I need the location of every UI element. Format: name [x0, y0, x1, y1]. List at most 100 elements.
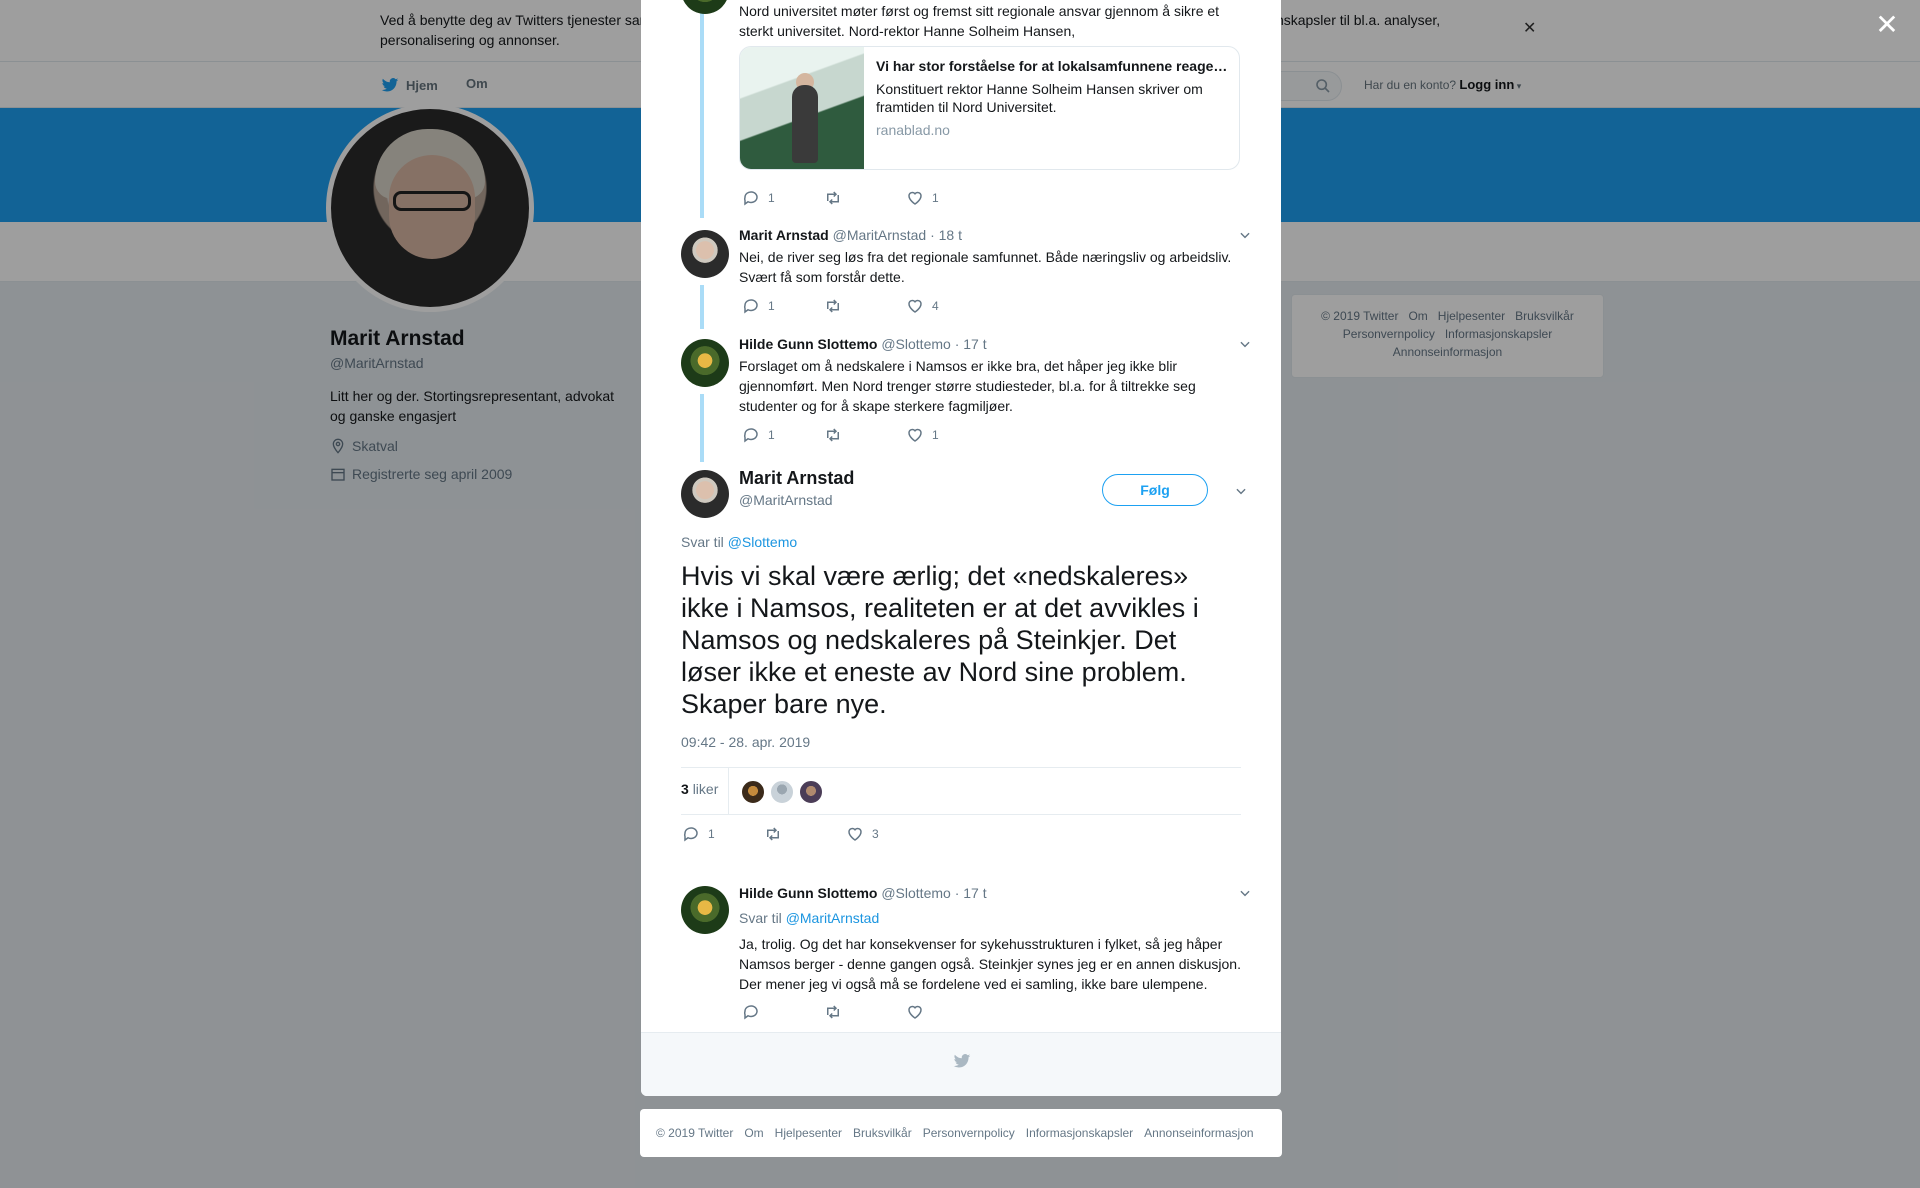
timestamp[interactable]: 09:42 - 28. apr. 2019	[681, 734, 810, 750]
follow-button[interactable]: Følg	[1102, 474, 1208, 506]
modal-footer	[641, 1032, 1281, 1096]
close-icon[interactable]: ✕	[1874, 11, 1900, 39]
likes-summary[interactable]: 3 liker	[681, 781, 718, 797]
reply-icon	[742, 426, 760, 444]
likes-row: 3 liker	[681, 767, 1241, 815]
footer-copyright: © 2019 Twitter	[656, 1126, 734, 1140]
reply-to-link[interactable]: @MaritArnstad	[786, 910, 880, 926]
thread-line	[700, 0, 704, 218]
reply-count: 1	[768, 428, 775, 442]
reply-button[interactable]: 1	[682, 825, 764, 843]
heart-icon	[906, 1003, 924, 1021]
reply-button[interactable]: 1	[742, 426, 824, 444]
author-name[interactable]: Hilde Gunn Slottemo	[739, 336, 877, 352]
footer-about[interactable]: Om	[744, 1126, 763, 1140]
likes-number: 3	[681, 781, 689, 797]
footer-help[interactable]: Hjelpesenter	[775, 1126, 842, 1140]
timestamp[interactable]: · 17 t	[955, 336, 987, 352]
card-image	[740, 47, 864, 169]
retweet-button[interactable]	[824, 426, 906, 444]
tweet-modal: Nord universitet møter først og fremst s…	[641, 0, 1281, 1096]
retweet-icon	[824, 426, 842, 444]
avatar[interactable]	[681, 0, 729, 14]
author-handle[interactable]: @Slottemo	[881, 336, 950, 352]
reply-icon	[742, 297, 760, 315]
footer-terms[interactable]: Bruksvilkår	[853, 1126, 912, 1140]
chevron-down-icon[interactable]	[1234, 484, 1248, 498]
reply-prefix: Svar til	[681, 534, 724, 550]
heart-icon	[906, 189, 924, 207]
tweet-text: Nord universitet møter først og fremst s…	[739, 3, 1220, 39]
divider	[728, 768, 729, 814]
retweet-icon	[824, 297, 842, 315]
retweet-button[interactable]	[824, 1003, 906, 1021]
twitter-bird-icon	[953, 1054, 971, 1068]
reply-context: Svar til @Slottemo	[681, 534, 797, 550]
author-name[interactable]: Hilde Gunn Slottemo	[739, 885, 877, 901]
retweet-button[interactable]	[764, 825, 846, 843]
liker-avatar[interactable]	[799, 780, 823, 804]
tweet-actions: 1 1	[742, 426, 988, 444]
heart-icon	[906, 426, 924, 444]
author-handle[interactable]: @MaritArnstad	[833, 227, 927, 243]
reply-count: 1	[768, 299, 775, 313]
author-handle[interactable]: @Slottemo	[881, 885, 950, 901]
retweet-icon	[824, 189, 842, 207]
tweet-text: Forslaget om å nedskalere i Namsos er ik…	[739, 358, 1196, 414]
card-description: Konstituert rektor Hanne Solheim Hansen …	[876, 81, 1203, 115]
reply-count: 1	[768, 191, 775, 205]
author-name[interactable]: Marit Arnstad	[739, 468, 854, 489]
like-button[interactable]: 3	[846, 825, 928, 843]
timestamp[interactable]: · 17 t	[955, 885, 987, 901]
like-count: 4	[932, 299, 939, 313]
avatar[interactable]	[681, 470, 729, 518]
like-button[interactable]: 4	[906, 297, 988, 315]
reply-icon	[682, 825, 700, 843]
reply-context: Svar til @MaritArnstad	[739, 908, 1244, 928]
liker-avatar[interactable]	[770, 780, 794, 804]
liker-avatar[interactable]	[741, 780, 765, 804]
like-count: 1	[932, 191, 939, 205]
tweet-text: Hvis vi skal være ærlig; det «nedskalere…	[681, 561, 1199, 719]
timestamp[interactable]: · 18 t	[930, 227, 962, 243]
retweet-button[interactable]	[824, 297, 906, 315]
retweet-icon	[764, 825, 782, 843]
like-button[interactable]	[906, 1003, 988, 1021]
tweet-actions	[742, 1003, 988, 1021]
chevron-down-icon[interactable]	[1238, 228, 1252, 242]
likes-label: liker	[692, 781, 719, 797]
reply-prefix: Svar til	[739, 910, 782, 926]
reply-button[interactable]: 1	[742, 297, 824, 315]
tweet-actions: 1 4	[742, 297, 988, 315]
reply-to-link[interactable]: @Slottemo	[728, 534, 797, 550]
like-button[interactable]: 1	[906, 426, 988, 444]
reply-button[interactable]	[742, 1003, 824, 1021]
tweet-actions: 1 3	[682, 825, 928, 843]
like-count: 3	[872, 827, 879, 841]
link-card[interactable]: Vi har stor forståelse for at lokalsamfu…	[739, 46, 1240, 170]
thread-line	[700, 285, 704, 329]
thread-line	[700, 394, 704, 462]
heart-icon	[906, 297, 924, 315]
like-button[interactable]: 1	[906, 189, 988, 207]
reply-icon	[742, 1003, 760, 1021]
tweet-text: Ja, trolig. Og det har konsekvenser for …	[739, 936, 1241, 992]
bottom-footer: © 2019 Twitter Om Hjelpesenter Bruksvilkår P…	[640, 1109, 1282, 1157]
reply-button[interactable]: 1	[742, 189, 824, 207]
reply-count: 1	[708, 827, 715, 841]
tweet-text: Nei, de river seg løs fra det regionale …	[739, 249, 1232, 285]
footer-ads[interactable]: Annonseinformasjon	[1144, 1126, 1253, 1140]
card-domain: ranablad.no	[876, 122, 950, 138]
avatar[interactable]	[681, 886, 729, 934]
retweet-button[interactable]	[824, 189, 906, 207]
avatar[interactable]	[681, 230, 729, 278]
retweet-icon	[824, 1003, 842, 1021]
reply-icon	[742, 189, 760, 207]
footer-privacy[interactable]: Personvernpolicy	[923, 1126, 1015, 1140]
avatar[interactable]	[681, 339, 729, 387]
author-handle[interactable]: @MaritArnstad	[739, 492, 833, 508]
footer-cookies[interactable]: Informasjonskapsler	[1026, 1126, 1133, 1140]
chevron-down-icon[interactable]	[1238, 886, 1252, 900]
author-name[interactable]: Marit Arnstad	[739, 227, 829, 243]
chevron-down-icon[interactable]	[1238, 337, 1252, 351]
